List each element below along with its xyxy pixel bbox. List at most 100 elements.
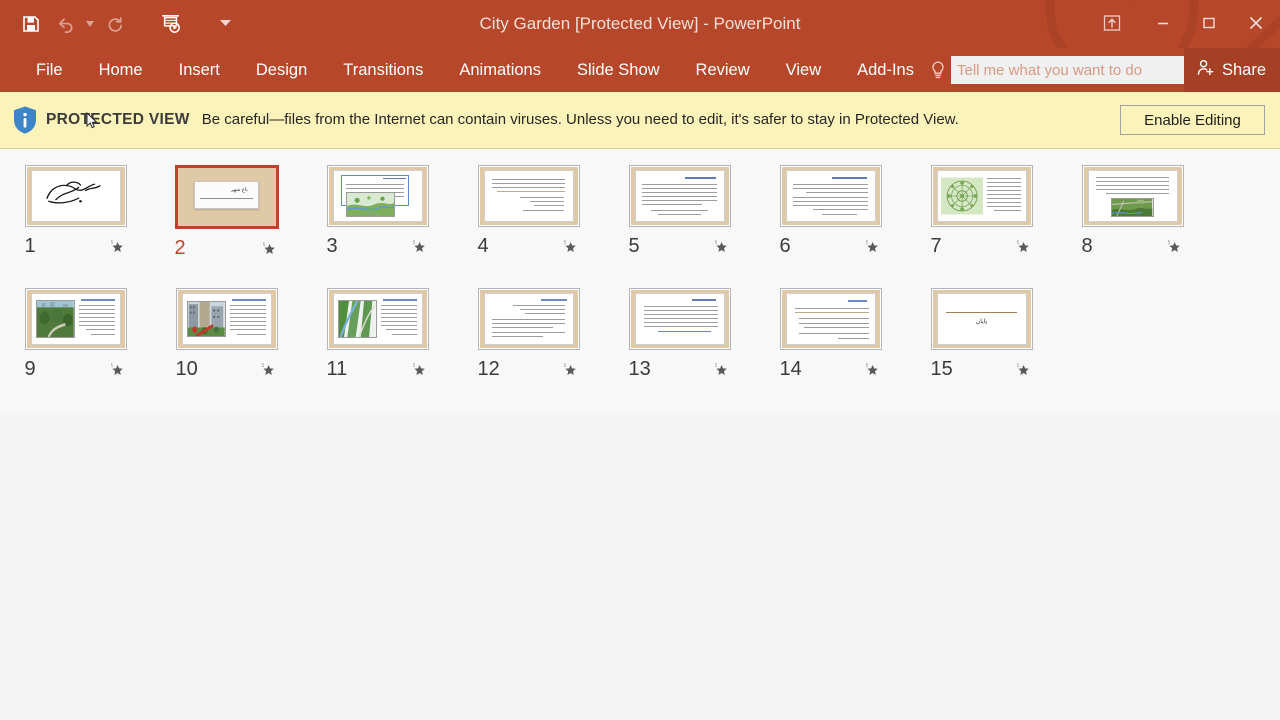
ribbon-display-options-icon[interactable] — [1084, 0, 1140, 46]
save-icon[interactable] — [14, 6, 48, 42]
thumbnail-image — [26, 290, 125, 348]
thumbnail-image — [630, 290, 729, 348]
thumbnail-image — [479, 290, 578, 348]
animation-star-icon[interactable] — [411, 361, 429, 379]
thumbnail-meta: 5 — [629, 235, 731, 258]
title-bar: City Garden [Protected View] - PowerPoin… — [0, 0, 1280, 48]
tab-file[interactable]: File — [18, 48, 81, 92]
tab-add-ins[interactable]: Add-Ins — [839, 48, 932, 92]
building-photo — [186, 301, 226, 337]
close-button[interactable] — [1232, 0, 1280, 46]
slide-number: 8 — [1081, 235, 1093, 257]
animation-star-icon[interactable] — [864, 238, 882, 256]
maximize-button[interactable] — [1186, 0, 1232, 46]
slide-thumbnail-6[interactable]: 6 — [755, 165, 906, 260]
end-rule — [946, 312, 1017, 313]
protected-view-message: Be careful—files from the Internet can c… — [201, 111, 959, 128]
animation-star-icon[interactable] — [713, 238, 731, 256]
slide-thumbnail-13[interactable]: 13 — [604, 288, 755, 381]
tab-transitions[interactable]: Transitions — [325, 48, 441, 92]
animation-star-icon[interactable] — [411, 238, 429, 256]
thumbnail-frame[interactable]: پایان — [930, 288, 1033, 350]
animation-star-icon[interactable] — [864, 361, 882, 379]
animation-star-icon[interactable] — [1166, 238, 1184, 256]
minimize-button[interactable] — [1140, 0, 1186, 46]
animation-star-icon[interactable] — [109, 361, 127, 379]
tab-animations[interactable]: Animations — [441, 48, 559, 92]
slide-number: 5 — [628, 235, 640, 257]
undo-icon[interactable] — [48, 6, 82, 42]
undo-dropdown-icon[interactable] — [82, 6, 98, 42]
thumbnail-frame[interactable] — [477, 165, 580, 227]
customize-qat-icon[interactable] — [212, 6, 238, 42]
redo-icon[interactable] — [98, 6, 132, 42]
tell-me-container — [925, 48, 1191, 92]
thumbnail-image — [328, 167, 427, 225]
slide-number: 7 — [930, 235, 942, 257]
slide-thumbnail-5[interactable]: 5 — [604, 165, 755, 260]
quick-access-toolbar — [14, 0, 238, 48]
thumbnail-frame[interactable] — [779, 165, 882, 227]
thumbnail-frame[interactable] — [1081, 165, 1184, 227]
animation-star-icon[interactable] — [713, 361, 731, 379]
animation-star-icon[interactable] — [260, 361, 278, 379]
slide-thumbnail-14[interactable]: 14 — [755, 288, 906, 381]
thumbnail-image — [26, 167, 125, 225]
thumbnail-meta: 3 — [327, 235, 429, 258]
slide-thumbnail-15[interactable]: پایان 15 — [906, 288, 1057, 381]
slide-thumbnail-12[interactable]: 12 — [453, 288, 604, 381]
thumbnail-image — [781, 167, 880, 225]
thumbnail-frame[interactable] — [930, 165, 1033, 227]
animation-star-icon[interactable] — [261, 240, 279, 258]
tab-slide-show[interactable]: Slide Show — [559, 48, 678, 92]
thumbnail-frame[interactable] — [24, 165, 127, 227]
thumbnail-frame[interactable] — [628, 165, 731, 227]
animation-star-icon[interactable] — [562, 361, 580, 379]
thumbnail-meta: 4 — [478, 235, 580, 258]
animation-star-icon[interactable] — [109, 238, 127, 256]
thumbnail-frame[interactable]: باغ شهر — [174, 165, 279, 229]
slide-row: 1 باغ شهر 2 3 4 5 6 7 8 — [0, 165, 1280, 260]
slide-thumbnail-9[interactable]: 9 — [0, 288, 151, 381]
thumbnail-frame[interactable] — [628, 288, 731, 350]
tell-me-input[interactable] — [951, 56, 1191, 84]
thumbnail-frame[interactable] — [326, 165, 429, 227]
tab-review[interactable]: Review — [678, 48, 768, 92]
slide-thumbnail-4[interactable]: 4 — [453, 165, 604, 260]
aerial-green-corridor — [337, 300, 377, 338]
slide-grid: 1 باغ شهر 2 3 4 5 6 7 8 9 10 11 12 13 14… — [0, 149, 1280, 381]
thumbnail-frame[interactable] — [779, 288, 882, 350]
slide-thumbnail-3[interactable]: 3 — [302, 165, 453, 260]
animation-star-icon[interactable] — [1015, 238, 1033, 256]
tab-home[interactable]: Home — [81, 48, 161, 92]
slide-sorter-pane[interactable]: 1 باغ شهر 2 3 4 5 6 7 8 9 10 11 12 13 14… — [0, 149, 1280, 715]
slide-thumbnail-11[interactable]: 11 — [302, 288, 453, 381]
slide-thumbnail-7[interactable]: 7 — [906, 165, 1057, 260]
thumbnail-image — [781, 290, 880, 348]
thumbnail-meta: 8 — [1082, 235, 1184, 258]
slide-thumbnail-2[interactable]: باغ شهر 2 — [151, 165, 302, 260]
aerial-photo — [1111, 198, 1154, 217]
thumbnail-image — [328, 290, 427, 348]
start-presentation-icon[interactable] — [154, 6, 188, 42]
thumbnail-frame[interactable] — [175, 288, 278, 350]
animation-star-icon[interactable] — [562, 238, 580, 256]
tab-insert[interactable]: Insert — [161, 48, 238, 92]
tab-view[interactable]: View — [768, 48, 839, 92]
thumbnail-frame[interactable] — [326, 288, 429, 350]
thumbnail-frame[interactable] — [477, 288, 580, 350]
thumbnail-meta: 1 — [25, 235, 127, 258]
animation-star-icon[interactable] — [1015, 361, 1033, 379]
slide-thumbnail-1[interactable]: 1 — [0, 165, 151, 260]
thumbnail-frame[interactable] — [24, 288, 127, 350]
share-button[interactable]: Share — [1183, 48, 1280, 92]
tab-design[interactable]: Design — [238, 48, 325, 92]
slide-number: 4 — [477, 235, 489, 257]
slide-number: 9 — [24, 358, 36, 380]
slide-number: 2 — [174, 237, 186, 259]
slide-thumbnail-8[interactable]: 8 — [1057, 165, 1208, 260]
slide-thumbnail-10[interactable]: 10 — [151, 288, 302, 381]
enable-editing-button[interactable]: Enable Editing — [1120, 105, 1265, 135]
slide-number: 1 — [24, 235, 36, 257]
thumbnail-meta: 10 — [176, 358, 278, 381]
